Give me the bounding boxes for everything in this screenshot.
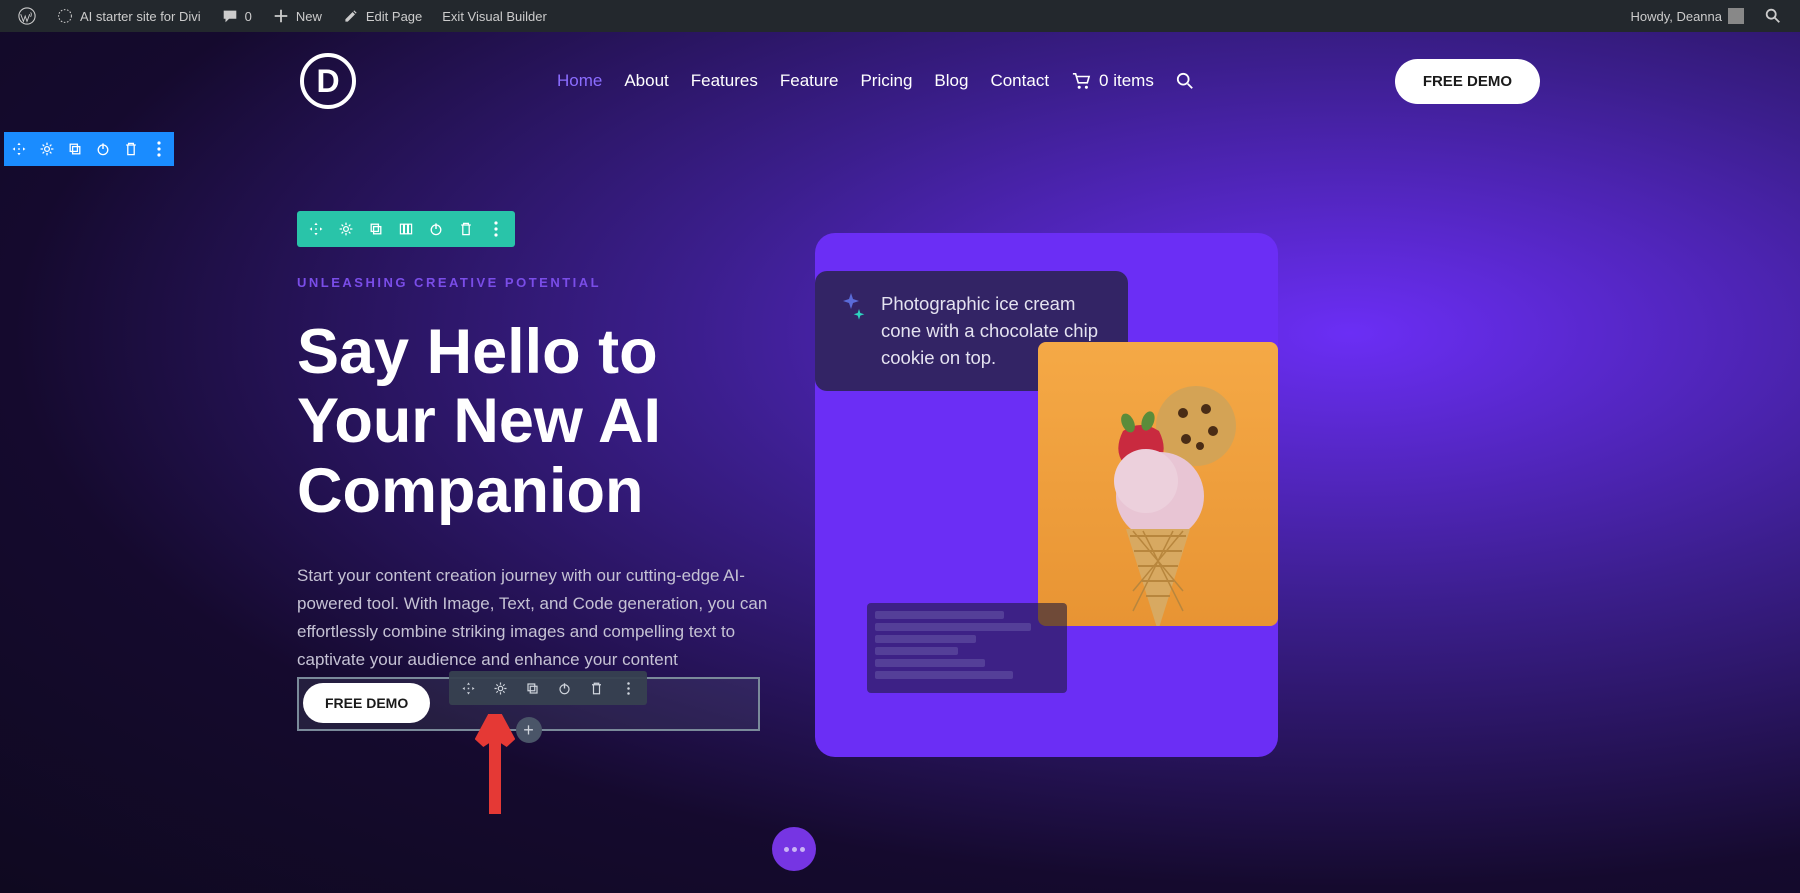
power-icon[interactable] xyxy=(555,679,573,697)
nav-about[interactable]: About xyxy=(624,71,668,91)
nav-home[interactable]: Home xyxy=(557,71,602,91)
page-canvas: D Home About Features Feature Pricing Bl… xyxy=(0,32,1800,893)
plus-icon: + xyxy=(523,720,534,741)
hero-cta-button[interactable]: FREE DEMO xyxy=(303,683,430,723)
row-toolbar xyxy=(297,211,515,247)
gear-icon[interactable] xyxy=(38,140,56,158)
greeting-label: Howdy, Deanna xyxy=(1630,9,1722,24)
code-preview xyxy=(867,603,1067,693)
columns-icon[interactable] xyxy=(397,220,415,238)
move-icon[interactable] xyxy=(10,140,28,158)
home-icon xyxy=(56,7,74,25)
hero-body: Start your content creation journey with… xyxy=(297,562,777,674)
more-icon[interactable] xyxy=(150,140,168,158)
search-icon xyxy=(1764,7,1782,25)
generated-image xyxy=(1038,342,1278,626)
move-icon[interactable] xyxy=(307,220,325,238)
adminbar-search[interactable] xyxy=(1754,0,1792,32)
wp-logo-menu[interactable] xyxy=(8,0,46,32)
adminbar-left: AI starter site for Divi 0 New Edit Page… xyxy=(8,0,557,32)
primary-nav: Home About Features Feature Pricing Blog… xyxy=(557,71,1194,91)
nav-feature[interactable]: Feature xyxy=(780,71,839,91)
nav-search[interactable] xyxy=(1176,72,1194,90)
ice-cream-illustration xyxy=(1068,371,1248,626)
duplicate-icon[interactable] xyxy=(367,220,385,238)
trash-icon[interactable] xyxy=(587,679,605,697)
site-name-menu[interactable]: AI starter site for Divi xyxy=(46,0,211,32)
hero-text-column: UNLEASHING CREATIVE POTENTIAL Say Hello … xyxy=(297,275,777,674)
hero-title: Say Hello to Your New AI Companion xyxy=(297,318,777,526)
power-icon[interactable] xyxy=(94,140,112,158)
plus-icon xyxy=(272,7,290,25)
nav-cart[interactable]: 0 items xyxy=(1071,71,1154,91)
pencil-icon xyxy=(342,7,360,25)
avatar xyxy=(1728,8,1744,24)
trash-icon[interactable] xyxy=(122,140,140,158)
edit-page-menu[interactable]: Edit Page xyxy=(332,0,432,32)
new-label: New xyxy=(296,9,322,24)
add-module-button[interactable]: + xyxy=(516,717,542,743)
duplicate-icon[interactable] xyxy=(66,140,84,158)
more-icon[interactable] xyxy=(619,679,637,697)
nav-blog[interactable]: Blog xyxy=(934,71,968,91)
logo-letter: D xyxy=(316,63,339,100)
site-logo[interactable]: D xyxy=(300,53,356,109)
dot-icon xyxy=(784,847,789,852)
hero-kicker: UNLEASHING CREATIVE POTENTIAL xyxy=(297,275,777,290)
dot-icon xyxy=(800,847,805,852)
power-icon[interactable] xyxy=(427,220,445,238)
site-header: D Home About Features Feature Pricing Bl… xyxy=(0,32,1800,130)
site-name-label: AI starter site for Divi xyxy=(80,9,201,24)
duplicate-icon[interactable] xyxy=(523,679,541,697)
hero-image-card: Photographic ice cream cone with a choco… xyxy=(815,233,1278,757)
button-module-selected[interactable]: FREE DEMO + xyxy=(297,677,760,731)
exit-vb-label: Exit Visual Builder xyxy=(442,9,547,24)
gear-icon[interactable] xyxy=(337,220,355,238)
cart-icon xyxy=(1071,72,1091,90)
new-content-menu[interactable]: New xyxy=(262,0,332,32)
exit-vb-menu[interactable]: Exit Visual Builder xyxy=(432,0,557,32)
gear-icon[interactable] xyxy=(491,679,509,697)
nav-features[interactable]: Features xyxy=(691,71,758,91)
section-toolbar xyxy=(4,132,174,166)
cart-text: 0 items xyxy=(1099,71,1154,91)
more-icon[interactable] xyxy=(487,220,505,238)
wp-adminbar: AI starter site for Divi 0 New Edit Page… xyxy=(0,0,1800,32)
wordpress-icon xyxy=(18,7,36,25)
comment-icon xyxy=(221,7,239,25)
user-menu[interactable]: Howdy, Deanna xyxy=(1620,0,1754,32)
header-cta-button[interactable]: FREE DEMO xyxy=(1395,59,1540,104)
comments-count: 0 xyxy=(245,9,252,24)
nav-pricing[interactable]: Pricing xyxy=(860,71,912,91)
edit-page-label: Edit Page xyxy=(366,9,422,24)
divi-settings-fab[interactable] xyxy=(772,827,816,871)
comments-menu[interactable]: 0 xyxy=(211,0,262,32)
module-toolbar xyxy=(449,671,647,705)
sparkle-icon xyxy=(839,291,867,371)
trash-icon[interactable] xyxy=(457,220,475,238)
dot-icon xyxy=(792,847,797,852)
nav-contact[interactable]: Contact xyxy=(990,71,1049,91)
adminbar-right: Howdy, Deanna xyxy=(1620,0,1792,32)
move-icon[interactable] xyxy=(459,679,477,697)
